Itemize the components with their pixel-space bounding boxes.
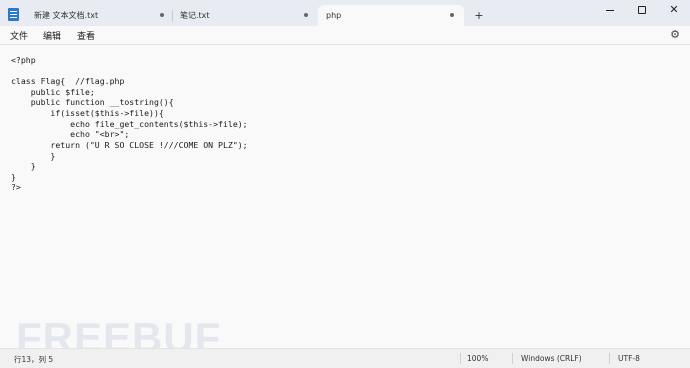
code-line: return ("U R SO CLOSE !///COME ON PLZ"); [11, 140, 248, 150]
close-button[interactable]: ✕ [658, 0, 690, 20]
maximize-button[interactable] [626, 0, 658, 20]
title-bar: 新建 文本文档.txt 笔记.txt php + ✕ [0, 0, 690, 26]
menu-edit[interactable]: 编辑 [43, 29, 61, 42]
tab-label: php [326, 11, 342, 20]
code-line: } [11, 161, 36, 171]
code-line: public function __tostring(){ [11, 97, 174, 107]
menu-view[interactable]: 查看 [77, 29, 95, 42]
code-line: ?> [11, 182, 21, 192]
status-divider [512, 353, 513, 364]
menu-file[interactable]: 文件 [10, 29, 28, 42]
unsaved-dot-icon [450, 13, 454, 17]
tab-php[interactable]: php [318, 5, 464, 26]
close-icon: ✕ [669, 3, 679, 16]
code-line: class Flag{ //flag.php [11, 76, 125, 86]
text-editor[interactable]: <?php class Flag{ //flag.php public $fil… [0, 46, 690, 348]
code-line: if(isset($this->file)){ [11, 108, 164, 118]
gear-icon[interactable]: ⚙ [669, 29, 681, 41]
zoom-level[interactable]: 100% [467, 354, 488, 363]
new-tab-button[interactable]: + [472, 9, 486, 23]
cursor-position[interactable]: 行13，列 5 [14, 354, 53, 365]
tab-label: 笔记.txt [180, 11, 210, 20]
minimize-icon [606, 9, 614, 11]
menu-bar: 文件 编辑 查看 ⚙ [0, 26, 690, 45]
tab-notes[interactable]: 笔记.txt [172, 5, 318, 26]
code-line: <?php [11, 55, 36, 65]
line-ending[interactable]: Windows (CRLF) [521, 354, 582, 363]
code-line: echo "<br>"; [11, 129, 130, 139]
tab-label: 新建 文本文档.txt [34, 11, 99, 20]
status-divider [609, 353, 610, 364]
notepad-app-icon [8, 8, 19, 21]
unsaved-dot-icon [160, 13, 164, 17]
maximize-icon [638, 6, 646, 14]
minimize-button[interactable] [594, 0, 626, 20]
unsaved-dot-icon [304, 13, 308, 17]
status-bar: 行13，列 5 100% Windows (CRLF) UTF-8 [0, 348, 690, 368]
status-divider [460, 353, 461, 364]
encoding[interactable]: UTF-8 [618, 354, 640, 363]
tab-new-text-document[interactable]: 新建 文本文档.txt [26, 5, 172, 26]
